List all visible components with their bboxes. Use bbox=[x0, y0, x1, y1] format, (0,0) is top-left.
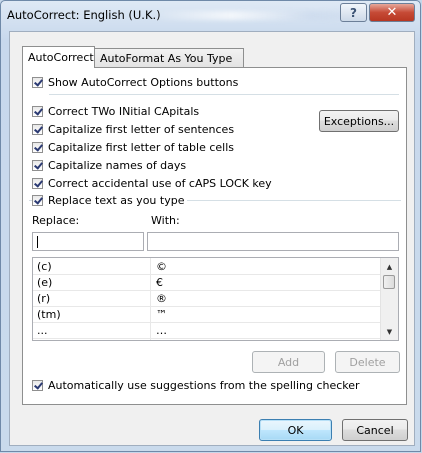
close-icon: ✕ bbox=[386, 5, 398, 20]
spelling-suggestions-checkbox[interactable] bbox=[32, 379, 43, 391]
caps-lock-checkbox[interactable] bbox=[32, 177, 43, 189]
capitalize-days-option[interactable]: Capitalize names of days bbox=[32, 157, 186, 173]
window-title: AutoCorrect: English (U.K.) bbox=[7, 8, 161, 22]
list-scrollbar[interactable]: ▲ ▼ bbox=[380, 258, 398, 340]
list-item-replace: (c) bbox=[37, 260, 52, 273]
ok-button[interactable]: OK bbox=[259, 419, 332, 441]
text-caret bbox=[37, 236, 38, 248]
list-item-with: … bbox=[156, 324, 167, 337]
replace-label: Replace: bbox=[32, 214, 80, 227]
list-item-replace: (tm) bbox=[37, 308, 61, 321]
exceptions-button[interactable]: Exceptions... bbox=[319, 110, 399, 132]
show-options-buttons-option[interactable]: Show AutoCorrect Options buttons bbox=[32, 74, 238, 90]
two-initial-capitals-label: Correct TWo INitial CApitals bbox=[48, 104, 200, 118]
list-item[interactable]: ... … bbox=[33, 322, 382, 339]
list-item-with: © bbox=[156, 260, 167, 273]
list-item[interactable]: (tm) ™ bbox=[33, 306, 382, 323]
list-item-with: ® bbox=[156, 292, 167, 305]
caps-lock-option[interactable]: Correct accidental use of cAPS LOCK key bbox=[32, 175, 272, 191]
help-icon: ? bbox=[350, 5, 357, 20]
replace-text-label: Replace text as you type bbox=[48, 193, 185, 207]
add-button[interactable]: Add bbox=[252, 351, 325, 373]
replace-text-option[interactable]: Replace text as you type bbox=[32, 192, 188, 208]
autocorrect-dialog: AutoCorrect: English (U.K.) ? ✕ AutoCorr… bbox=[0, 0, 421, 452]
replace-input[interactable] bbox=[32, 232, 144, 251]
capitalize-days-checkbox[interactable] bbox=[32, 159, 43, 171]
list-item-replace: (r) bbox=[37, 292, 51, 305]
with-input[interactable] bbox=[147, 232, 399, 251]
dialog-body: AutoCorrect AutoFormat As You Type Show … bbox=[9, 31, 415, 446]
capitalize-table-cells-option[interactable]: Capitalize first letter of table cells bbox=[32, 139, 234, 155]
list-item[interactable]: (e) € bbox=[33, 274, 382, 291]
separator bbox=[49, 94, 399, 95]
with-label: With: bbox=[151, 214, 180, 227]
tab-autocorrect[interactable]: AutoCorrect bbox=[22, 46, 95, 68]
list-item-replace: (e) bbox=[37, 276, 53, 289]
autocorrect-panel: Show AutoCorrect Options buttons Correct… bbox=[22, 67, 407, 405]
close-button[interactable]: ✕ bbox=[369, 3, 415, 22]
title-bar[interactable]: AutoCorrect: English (U.K.) ? ✕ bbox=[1, 1, 420, 29]
tab-autoformat-as-you-type[interactable]: AutoFormat As You Type bbox=[94, 48, 244, 67]
spelling-suggestions-label: Automatically use suggestions from the s… bbox=[48, 378, 360, 392]
help-button[interactable]: ? bbox=[340, 3, 367, 22]
two-initial-capitals-checkbox[interactable] bbox=[32, 105, 43, 117]
list-item[interactable]: (c) © bbox=[33, 258, 382, 275]
capitalize-sentences-option[interactable]: Capitalize first letter of sentences bbox=[32, 121, 234, 137]
scroll-down-icon[interactable]: ▼ bbox=[381, 323, 398, 340]
spelling-suggestions-option[interactable]: Automatically use suggestions from the s… bbox=[32, 377, 360, 393]
capitalize-days-label: Capitalize names of days bbox=[48, 158, 187, 172]
caps-lock-label: Correct accidental use of cAPS LOCK key bbox=[48, 176, 272, 190]
show-options-buttons-label: Show AutoCorrect Options buttons bbox=[48, 75, 239, 89]
capitalize-table-cells-checkbox[interactable] bbox=[32, 141, 43, 153]
list-item-with: € bbox=[156, 276, 163, 289]
scroll-thumb[interactable] bbox=[383, 275, 395, 289]
cancel-button[interactable]: Cancel bbox=[342, 419, 408, 441]
show-options-buttons-checkbox[interactable] bbox=[32, 76, 43, 88]
list-item[interactable]: (r) ® bbox=[33, 290, 382, 307]
scroll-up-icon[interactable]: ▲ bbox=[381, 258, 398, 275]
list-item-with: ™ bbox=[156, 308, 167, 321]
two-initial-capitals-option[interactable]: Correct TWo INitial CApitals bbox=[32, 103, 199, 119]
replace-text-checkbox[interactable] bbox=[32, 194, 43, 206]
capitalize-sentences-checkbox[interactable] bbox=[32, 123, 43, 135]
list-item-replace: ... bbox=[37, 324, 48, 337]
replacement-list[interactable]: (c) © (e) € (r) ® (tm) ™ ... … ▲ ▼ bbox=[32, 257, 399, 341]
capitalize-table-cells-label: Capitalize first letter of table cells bbox=[48, 140, 235, 154]
delete-button[interactable]: Delete bbox=[335, 351, 400, 373]
capitalize-sentences-label: Capitalize first letter of sentences bbox=[48, 122, 235, 136]
